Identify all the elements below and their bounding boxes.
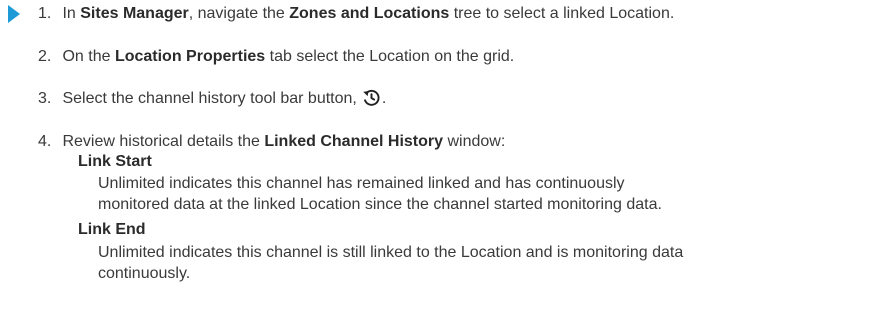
ui-term-zones-and-locations: Zones and Locations [289,5,450,22]
step-text: Select the channel history tool bar butt… [62,90,357,107]
step-text: . [381,90,387,107]
definition-term-link-start: Link Start [78,153,152,170]
step-text: Review historical details the [62,133,265,150]
step-marker-arrow-icon [8,5,20,23]
step-text: tab select the Location on the grid. [265,48,515,65]
step-number: 3. [38,90,52,107]
definition-description-link-start: Unlimited indicates this channel has rem… [98,173,662,215]
description-line: continuously. [98,265,191,282]
step-3: 3. Select the channel history tool bar b… [38,87,386,109]
step-1: 1. In Sites Manager, navigate the Zones … [38,4,674,24]
step-number: 4. [38,133,52,150]
step-text: In [62,5,81,22]
description-line: monitored data at the linked Location si… [98,196,662,213]
step-number: 1. [38,5,52,22]
step-text: On the [62,48,115,65]
step-2: 2. On the Location Properties tab select… [38,47,514,67]
step-text: window: [443,133,506,150]
description-line: Unlimited indicates this channel is stil… [98,244,684,261]
ui-term-sites-manager: Sites Manager [80,5,189,22]
description-line: Unlimited indicates this channel has rem… [98,175,625,192]
history-icon [363,89,380,106]
ui-term-location-properties: Location Properties [114,48,266,65]
ui-term-linked-channel-history: Linked Channel History [264,133,444,150]
step-text: , navigate the [188,5,290,22]
definition-term-link-end: Link End [78,221,146,238]
step-4: 4. Review historical details the Linked … [38,132,505,152]
step-text: tree to select a linked Location. [449,5,675,22]
step-number: 2. [38,48,52,65]
definition-description-link-end: Unlimited indicates this channel is stil… [98,242,683,284]
